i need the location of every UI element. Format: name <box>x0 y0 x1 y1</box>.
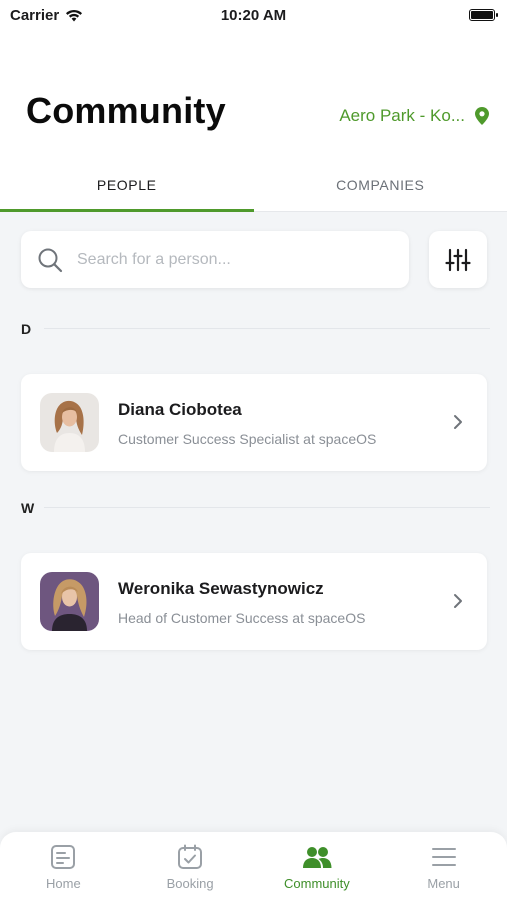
menu-icon <box>431 848 456 866</box>
people-icon <box>302 847 332 868</box>
battery-icon <box>469 9 498 21</box>
bottom-tab-bar: Home Booking Community Menu <box>0 832 507 900</box>
section-divider <box>44 328 490 329</box>
section-letter-d: D <box>21 321 32 337</box>
status-bar: Carrier 10:20 AM <box>0 0 507 30</box>
nav-home-label: Home <box>46 876 81 891</box>
search-bar <box>21 231 409 288</box>
page-title: Community <box>26 90 226 131</box>
person-role: Head of Customer Success at spaceOS <box>118 610 366 626</box>
filter-button[interactable] <box>429 231 487 288</box>
person-card[interactable]: Diana Ciobotea Customer Success Speciali… <box>21 374 487 471</box>
chevron-right-icon <box>454 415 462 429</box>
location-label: Aero Park - Ko... <box>339 106 465 125</box>
person-card[interactable]: Weronika Sewastynowicz Head of Customer … <box>21 553 487 650</box>
section-letter-w: W <box>21 500 35 516</box>
tab-companies[interactable]: COMPANIES <box>254 158 507 211</box>
tab-people[interactable]: PEOPLE <box>0 158 254 212</box>
sliders-icon <box>445 248 471 271</box>
carrier-label: Carrier <box>10 6 60 24</box>
carrier-group: Carrier <box>10 7 83 24</box>
section-divider <box>44 507 490 508</box>
nav-community-label: Community <box>284 876 350 891</box>
nav-home[interactable]: Home <box>0 832 127 900</box>
calendar-check-icon <box>178 844 203 869</box>
segment-tabs: PEOPLE COMPANIES <box>0 158 507 212</box>
search-input[interactable] <box>77 250 367 269</box>
nav-booking-label: Booking <box>166 876 214 891</box>
nav-menu-label: Menu <box>427 876 460 891</box>
nav-booking[interactable]: Booking <box>127 832 254 900</box>
person-name: Diana Ciobotea <box>118 400 242 419</box>
nav-menu[interactable]: Menu <box>380 832 507 900</box>
location-pin-icon <box>475 107 489 125</box>
location-selector[interactable]: Aero Park - Ko... <box>339 106 489 126</box>
chevron-right-icon <box>454 594 462 608</box>
person-name: Weronika Sewastynowicz <box>118 579 324 598</box>
avatar <box>40 393 99 452</box>
page-header: Community Aero Park - Ko... PEOPLE COMPA… <box>0 30 507 212</box>
home-document-icon <box>51 845 76 869</box>
search-icon <box>38 248 63 272</box>
wifi-icon <box>66 9 83 21</box>
person-role: Customer Success Specialist at spaceOS <box>118 431 377 447</box>
nav-community[interactable]: Community <box>254 832 381 900</box>
avatar <box>40 572 99 631</box>
